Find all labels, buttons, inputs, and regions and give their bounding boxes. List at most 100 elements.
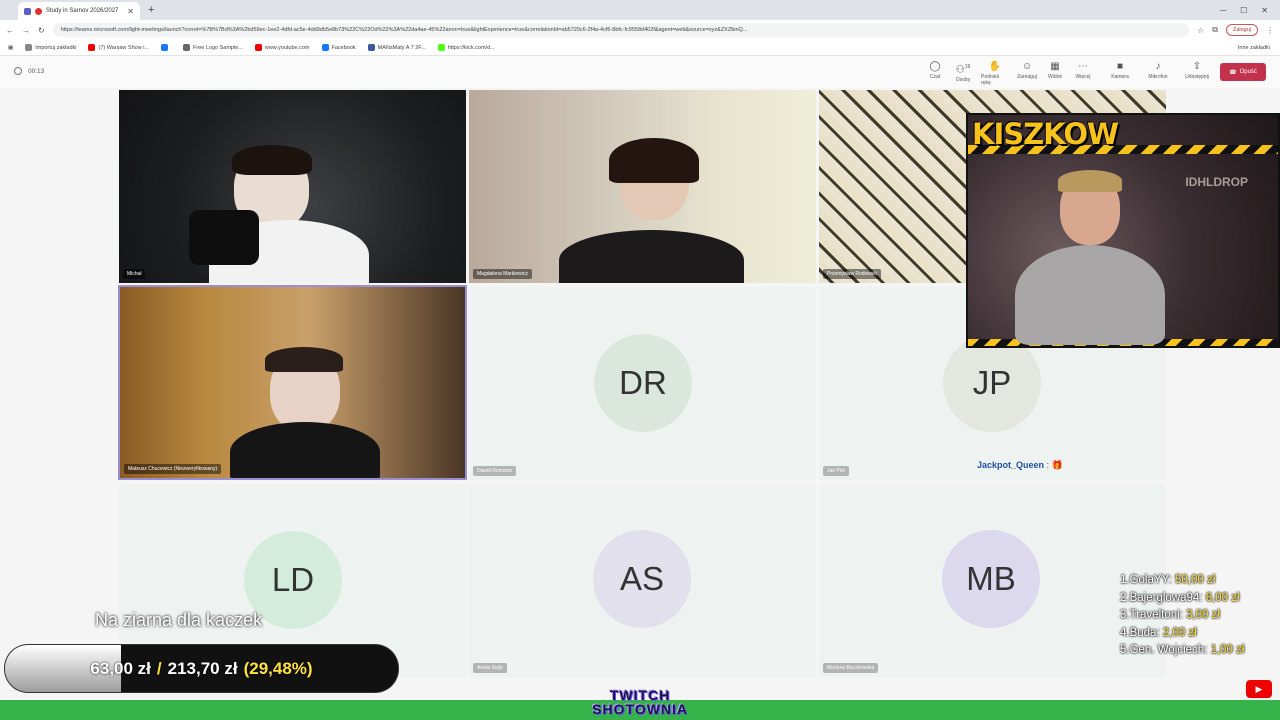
chat-icon: ◯ xyxy=(929,61,941,72)
bookmark-item[interactable]: Free Logo Sample... xyxy=(183,44,243,51)
kick-bookmark-icon xyxy=(437,44,445,51)
donation-goal-text: 63,00 zł / 213,70 zł (29,48%) xyxy=(5,645,398,692)
apps-icon[interactable]: ▦ xyxy=(8,45,13,51)
bookmark-icon xyxy=(183,44,191,51)
mic-icon: ♪ xyxy=(1155,61,1161,72)
streamer-webcam-overlay: KISZKOW IDHLDROP xyxy=(966,113,1280,348)
close-tab-icon[interactable]: ✕ xyxy=(127,7,134,16)
react-button[interactable]: ☺ Zareaguj xyxy=(1013,62,1041,81)
participant-figure xyxy=(559,230,744,283)
mic-button[interactable]: ♪ Mikrofon xyxy=(1144,61,1172,81)
participant-name: Dawid Romanis xyxy=(473,466,517,476)
leave-button[interactable]: ☎ Opuść xyxy=(1220,63,1266,81)
new-tab-icon[interactable]: + xyxy=(148,4,154,16)
participant-figure xyxy=(232,145,312,175)
participant-name: Przemysław Rodowski xyxy=(823,269,882,279)
view-icon: ▦ xyxy=(1050,61,1060,72)
leaderboard-row: 4.Buda: 2,00 zł xyxy=(1120,626,1197,639)
streamer-name-logo: KISZKOW xyxy=(972,117,1119,151)
leaderboard-row: 1.GolaYY: 50,00 zł xyxy=(1120,574,1216,586)
participant-tile[interactable]: Michał xyxy=(119,90,466,283)
menu-icon[interactable]: ⋮ xyxy=(1266,26,1274,35)
participant-name: Jan Piet xyxy=(823,466,850,476)
minimize-icon[interactable]: ─ xyxy=(1220,6,1226,15)
extensions-icon[interactable]: ⧉ xyxy=(1212,25,1218,35)
shield-icon xyxy=(14,67,22,75)
donation-leaderboard: 1.GolaYY: 50,00 zł 2.Bajerglowa94: 6,00 … xyxy=(1120,572,1244,660)
browser-tab[interactable]: Study in Sarnov 2026/2027 ✕ xyxy=(18,2,140,20)
bookmark-icon xyxy=(25,44,33,51)
facebook-bookmark-icon xyxy=(161,44,169,51)
chat-button[interactable]: ◯ Czat xyxy=(921,61,949,81)
participant-avatar: DR xyxy=(594,334,692,432)
maximize-icon[interactable]: ☐ xyxy=(1240,6,1247,15)
participant-name: Mateusz Chucewicz (Niezweryfikowany) xyxy=(124,464,222,474)
forward-icon[interactable]: → xyxy=(22,26,30,35)
browser-tab-label: Study in Sarnov 2026/2027 xyxy=(46,8,119,14)
people-icon: ⚇19 xyxy=(955,64,971,76)
participant-figure xyxy=(609,138,699,183)
bookmark-item[interactable]: MANsMaty A 7 2F... xyxy=(367,44,426,51)
profile-button[interactable]: Zaloguj xyxy=(1225,24,1258,36)
share-button[interactable]: ⇪ Udostępnij xyxy=(1183,61,1211,81)
participant-tile[interactable]: AS Aneta Sudy xyxy=(469,484,816,677)
gift-emote-icon: 🎁 xyxy=(1051,460,1063,470)
goal-percent: (29,48%) xyxy=(243,658,313,678)
participant-name: Michał xyxy=(123,269,146,279)
close-window-icon[interactable]: ✕ xyxy=(1261,6,1268,15)
channel-logo: TWITCH SHOTOWNIA xyxy=(592,687,688,717)
participant-avatar: JP xyxy=(943,334,1041,432)
bookmark-item[interactable]: www.youtube.com xyxy=(254,44,310,51)
streamer-figure xyxy=(1010,170,1170,345)
meeting-toolbar: 00:13 ◯ Czat ⚇19 Osoby ✋ Podnieś rękę ☺ Zare… xyxy=(0,56,1280,88)
leaderboard-row: 2.Bajerglowa94: 6,00 zł xyxy=(1120,591,1240,604)
people-button[interactable]: ⚇19 Osoby xyxy=(949,62,977,83)
bookmark-item[interactable]: Importuj zakładki xyxy=(25,44,76,51)
microphone-figure xyxy=(189,210,259,265)
bookmark-item[interactable]: (7) Warsaw Show i... xyxy=(88,44,149,51)
other-bookmarks[interactable]: Inne zakładki xyxy=(1238,45,1280,51)
camera-icon: ■ xyxy=(1116,61,1124,72)
participant-name: Magdalena Markiewicz xyxy=(473,269,532,279)
youtube-bookmark-icon xyxy=(88,44,96,51)
participant-tile[interactable]: MB Martyna Buczkowska xyxy=(819,484,1166,677)
chat-message: Jackpot_Queen : 🎁 xyxy=(977,460,1063,471)
donation-goal-title: Na ziarna dla kaczek xyxy=(95,610,263,630)
url-field[interactable]: https://teams.microsoft.com/light-meetin… xyxy=(52,23,1190,37)
participant-tile[interactable]: DR Dawid Romanis xyxy=(469,287,816,480)
leaderboard-row: 3.Traveltoni: 3,00 zł xyxy=(1120,609,1220,621)
participant-figure xyxy=(265,347,343,372)
raise-hand-button[interactable]: ✋ Podnieś rękę xyxy=(981,62,1009,87)
reload-icon[interactable]: ↻ xyxy=(38,26,45,35)
meeting-timer: 00:13 xyxy=(14,67,44,75)
bookmark-item[interactable]: Facebook xyxy=(321,44,356,51)
donation-goal-bar: 63,00 zł / 213,70 zł (29,48%) xyxy=(5,645,398,692)
wall-sign: IDHLDROP xyxy=(1185,175,1248,189)
camera-button[interactable]: ■ Kamera xyxy=(1106,61,1134,81)
share-icon: ⇪ xyxy=(1192,61,1202,72)
bookmark-icon xyxy=(367,44,375,51)
timer-text: 00:13 xyxy=(28,67,45,75)
participant-tile-active-speaker[interactable]: Mateusz Chucewicz (Niezweryfikowany) xyxy=(118,285,467,480)
bookmarks-bar: ▦ Importuj zakładki (7) Warsaw Show i...… xyxy=(0,40,1280,56)
participant-figure xyxy=(230,422,380,478)
participant-name: Martyna Buczkowska xyxy=(823,663,879,673)
chat-separator: : xyxy=(1046,460,1050,470)
goal-separator: / xyxy=(156,658,162,678)
youtube-icon: ▶ xyxy=(1246,680,1272,698)
back-icon[interactable]: ← xyxy=(6,26,14,35)
participant-tile[interactable]: Magdalena Markiewicz xyxy=(469,90,816,283)
goal-target: 213,70 zł xyxy=(167,658,238,678)
record-favicon-icon xyxy=(35,7,42,15)
leaderboard-row: 5.Gen. Wojciech: 1,00 zł xyxy=(1120,644,1245,656)
address-bar-row: ← → ↻ https://teams.microsoft.com/light-… xyxy=(0,20,1280,40)
bookmark-item[interactable]: https://kick.com/d... xyxy=(437,44,495,51)
youtube-bookmark-icon xyxy=(254,44,262,51)
more-button[interactable]: ⋯ Więcej xyxy=(1069,62,1097,81)
teams-favicon-icon xyxy=(24,7,31,15)
star-icon[interactable]: ☆ xyxy=(1197,26,1204,35)
view-button[interactable]: ▦ Widok xyxy=(1041,61,1069,81)
bookmark-item[interactable] xyxy=(161,44,171,51)
participant-name: Aneta Sudy xyxy=(473,663,507,673)
participant-avatar: MB xyxy=(942,530,1040,628)
